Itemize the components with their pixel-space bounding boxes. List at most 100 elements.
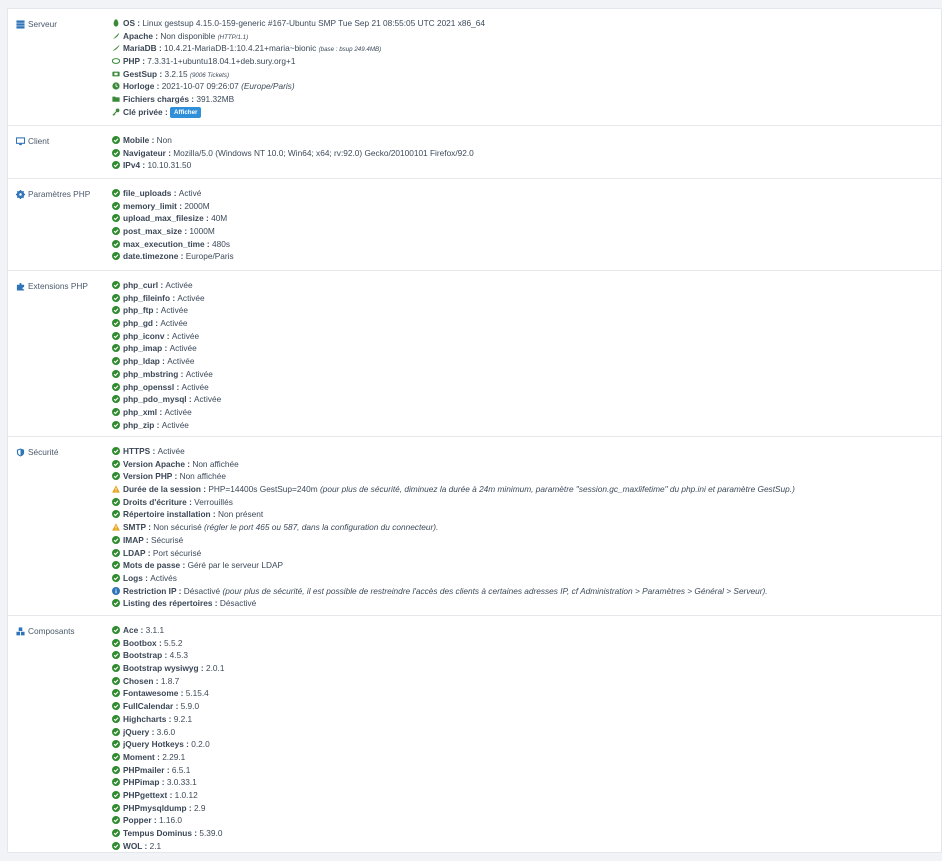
row-mobile: Mobile : Non — [112, 134, 937, 147]
row-cle-privee: Clé privée : Afficher — [112, 106, 937, 119]
row-fontawesome: Fontawesome : 5.15.4 — [112, 687, 937, 700]
check-icon — [112, 188, 120, 197]
row-duree-session: Durée de la session : PHP=14400s GestSup… — [112, 483, 937, 496]
check-icon — [112, 560, 120, 570]
row-upload-max: upload_max_filesize : 40M — [112, 212, 937, 225]
section-securite: Sécurité HTTPS : Activée Version Apache … — [8, 437, 941, 616]
row-popper: Popper : 1.16.0 — [112, 814, 937, 827]
section-label-php-extensions: Extensions PHP — [16, 281, 88, 293]
row-listing-repertoires: Listing des répertoires : Désactivé — [112, 597, 937, 610]
check-icon — [112, 407, 120, 416]
check-icon — [112, 239, 120, 248]
row-highcharts: Highcharts : 9.2.1 — [112, 713, 937, 726]
row-bootstrap: Bootstrap : 4.5.3 — [112, 649, 937, 662]
row-apache: Apache : Non disponible (HTTP/1.1) — [112, 30, 937, 43]
check-icon — [112, 318, 120, 328]
puzzle-icon — [16, 282, 25, 293]
section-label-client: Client — [15, 136, 49, 148]
row-logs: Logs : Activés — [112, 572, 937, 585]
check-icon — [112, 135, 120, 144]
check-icon — [112, 714, 120, 723]
securite-rows: HTTPS : Activée Version Apache : Non aff… — [112, 445, 937, 610]
php-icon — [111, 56, 121, 64]
check-icon — [112, 251, 120, 261]
row-tempus-dominus: Tempus Dominus : 5.39.0 — [112, 827, 937, 840]
row-gestsup: GestSup : 3.2.15 (9006 Tickets) — [112, 68, 937, 81]
client-rows: Mobile : Non Navigateur : Mozilla/5.0 (W… — [112, 134, 937, 172]
row-os: OS : Linux gestsup 4.15.0-159-generic #1… — [112, 17, 937, 30]
php-params-rows: file_uploads : Activé memory_limit : 200… — [112, 187, 937, 263]
section-php-params: Paramètres PHP file_uploads : Activé mem… — [8, 179, 941, 271]
row-memory-limit: memory_limit : 2000M — [112, 200, 937, 213]
ticket-icon — [112, 69, 120, 77]
check-icon — [112, 471, 120, 481]
top-strip — [0, 0, 942, 8]
section-serveur: Serveur OS : Linux gestsup 4.15.0-159-ge… — [8, 9, 941, 126]
check-icon — [112, 625, 120, 634]
row-php-gd: php_gd : Activée — [112, 317, 937, 330]
row-php-zip: php_zip : Activée — [112, 419, 937, 432]
check-icon — [112, 790, 120, 799]
row-ipv4: IPv4 : 10.10.31.50 — [112, 159, 937, 172]
check-icon — [112, 688, 120, 698]
check-icon — [112, 598, 120, 608]
section-composants: Composants Ace : 3.1.1 Bootbox : 5.5.2 B… — [8, 616, 941, 852]
row-phpmysqldump: PHPmysqldump : 2.9 — [112, 802, 937, 815]
row-php-mbstring: php_mbstring : Activée — [112, 368, 937, 381]
row-horloge: Horloge : 2021-10-07 09:26:07 (Europe/Pa… — [112, 80, 937, 93]
check-icon — [112, 497, 120, 506]
row-version-apache: Version Apache : Non affichée — [112, 458, 937, 471]
check-icon — [112, 148, 120, 157]
check-icon — [112, 213, 120, 223]
check-icon — [112, 226, 120, 236]
key-icon — [112, 107, 120, 116]
linux-icon — [112, 18, 120, 27]
row-php-curl: php_curl : Activée — [112, 279, 937, 292]
row-jquery: jQuery : 3.6.0 — [112, 726, 937, 739]
folder-icon — [112, 94, 120, 102]
section-label-composants: Composants — [16, 626, 75, 638]
check-icon — [112, 638, 120, 647]
check-icon — [112, 293, 120, 302]
check-icon — [112, 280, 120, 289]
check-icon — [112, 420, 120, 429]
row-php-pdo-mysql: php_pdo_mysql : Activée — [112, 393, 937, 406]
row-php-xml: php_xml : Activée — [112, 406, 937, 419]
row-smtp: SMTP : Non sécurisé (régler le port 465 … — [112, 521, 937, 534]
check-icon — [112, 356, 120, 366]
check-icon — [112, 305, 120, 315]
composants-rows: Ace : 3.1.1 Bootbox : 5.5.2 Bootstrap : … — [112, 624, 937, 852]
shield-icon — [16, 448, 25, 459]
serveur-rows: OS : Linux gestsup 4.15.0-159-generic #1… — [111, 17, 937, 119]
check-icon — [112, 331, 120, 340]
clock-icon — [112, 81, 120, 91]
info-icon — [112, 586, 120, 595]
check-icon — [112, 803, 120, 812]
row-fullcalendar: FullCalendar : 5.9.0 — [112, 700, 937, 713]
row-jquery-hotkeys: jQuery Hotkeys : 0.2.0 — [112, 738, 937, 751]
php-extensions-rows: php_curl : Activée php_fileinfo : Activé… — [112, 279, 937, 431]
server-icon — [16, 20, 25, 31]
cubes-icon — [16, 627, 25, 638]
check-icon — [112, 369, 120, 378]
row-phpgettext: PHPgettext : 1.0.12 — [112, 789, 937, 802]
row-php-openssl: php_openssl : Activée — [112, 381, 937, 394]
section-php-extensions: Extensions PHP php_curl : Activée php_fi… — [8, 271, 941, 437]
section-label-serveur: Serveur — [16, 19, 57, 31]
row-chosen: Chosen : 1.8.7 — [112, 675, 937, 688]
check-icon — [112, 752, 120, 761]
check-icon — [112, 573, 120, 582]
check-icon — [112, 459, 120, 468]
check-icon — [112, 765, 120, 774]
row-version-php: Version PHP : Non affichée — [112, 470, 937, 483]
check-icon — [112, 535, 120, 544]
row-mariadb: MariaDB : 10.4.21-MariaDB-1:10.4.21+mari… — [112, 42, 937, 55]
row-php-imap: php_imap : Activée — [112, 342, 937, 355]
row-file-uploads: file_uploads : Activé — [112, 187, 937, 200]
show-private-key-button[interactable]: Afficher — [170, 107, 202, 119]
row-phpmailer: PHPmailer : 6.5.1 — [112, 764, 937, 777]
row-max-exec: max_execution_time : 480s — [112, 238, 937, 251]
row-navigateur: Navigateur : Mozilla/5.0 (Windows NT 10.… — [112, 147, 937, 160]
section-label-php-params: Paramètres PHP — [16, 189, 90, 201]
check-icon — [112, 777, 120, 787]
